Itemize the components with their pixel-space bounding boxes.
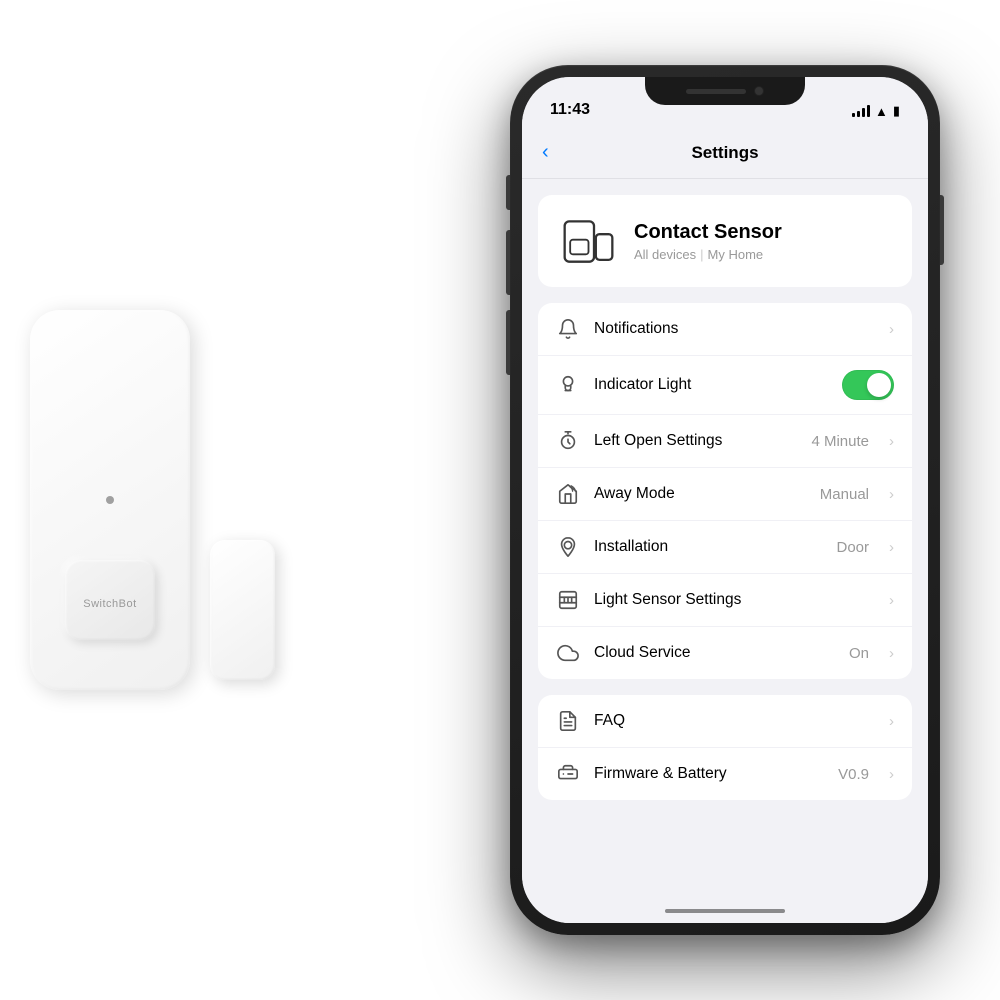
cloud-service-value: On [849, 645, 869, 662]
small-device [210, 540, 275, 680]
firmware-chevron: › [889, 766, 894, 783]
brand-label: SwitchBot [83, 598, 136, 610]
firmware-label: Firmware & Battery [594, 765, 824, 783]
volume-down-button [506, 310, 510, 375]
cloud-service-chevron: › [889, 645, 894, 662]
installation-label: Installation [594, 538, 822, 556]
device-info: Contact Sensor All devices | My Home [634, 221, 782, 262]
device-path-sep: | [700, 247, 703, 262]
status-time: 11:43 [550, 101, 590, 119]
installation-value: Door [836, 539, 869, 556]
home-indicator [665, 909, 785, 913]
phone-screen: 11:43 ▲ ▮ ‹ Settings [522, 77, 928, 923]
away-mode-value: Manual [820, 486, 869, 503]
main-device: SwitchBot [30, 310, 190, 690]
cloud-icon [556, 641, 580, 665]
signal-icon [852, 105, 870, 117]
settings-row-notifications[interactable]: Notifications › [538, 303, 912, 356]
indicator-light-toggle[interactable] [842, 370, 894, 400]
installation-chevron: › [889, 539, 894, 556]
settings-group-1: Notifications › [538, 303, 912, 679]
notifications-label: Notifications [594, 320, 875, 338]
bulb-icon [556, 373, 580, 397]
speaker [686, 89, 746, 94]
navigation-bar: ‹ Settings [522, 127, 928, 179]
volume-up-button [506, 230, 510, 295]
front-camera [754, 86, 764, 96]
device-header-card: Contact Sensor All devices | My Home [538, 195, 912, 287]
phone-outer: 11:43 ▲ ▮ ‹ Settings [510, 65, 940, 935]
power-button [940, 195, 944, 265]
bell-icon [556, 317, 580, 341]
left-open-value: 4 Minute [811, 433, 869, 450]
wifi-icon: ▲ [875, 104, 888, 119]
page-title: Settings [691, 143, 758, 163]
left-open-chevron: › [889, 433, 894, 450]
firmware-value: V0.9 [838, 766, 869, 783]
settings-row-faq[interactable]: FAQ › [538, 695, 912, 748]
firmware-icon [556, 762, 580, 786]
settings-group-2: FAQ › [538, 695, 912, 800]
toggle-knob [867, 373, 891, 397]
away-mode-chevron: › [889, 486, 894, 503]
settings-row-firmware[interactable]: Firmware & Battery V0.9 › [538, 748, 912, 800]
faq-icon [556, 709, 580, 733]
settings-row-away-mode[interactable]: Away Mode Manual › [538, 468, 912, 521]
hardware-container: SwitchBot [30, 310, 275, 690]
scene: SwitchBot 11:43 [0, 0, 1000, 1000]
faq-chevron: › [889, 713, 894, 730]
pin-icon [556, 535, 580, 559]
device-path: All devices | My Home [634, 247, 782, 262]
mute-button [506, 175, 510, 210]
device-path-1: All devices [634, 247, 696, 262]
cloud-service-label: Cloud Service [594, 644, 835, 662]
home-icon [556, 482, 580, 506]
device-dot [106, 496, 114, 504]
settings-row-light-sensor[interactable]: Light Sensor Settings › [538, 574, 912, 627]
notifications-chevron: › [889, 321, 894, 338]
status-icons: ▲ ▮ [852, 103, 900, 119]
phone-wrapper: 11:43 ▲ ▮ ‹ Settings [510, 65, 940, 935]
settings-row-left-open[interactable]: Left Open Settings 4 Minute › [538, 415, 912, 468]
device-button: SwitchBot [65, 560, 155, 640]
battery-icon: ▮ [893, 103, 900, 119]
back-button[interactable]: ‹ [542, 141, 549, 164]
left-open-label: Left Open Settings [594, 432, 797, 450]
chart-icon [556, 588, 580, 612]
notch [645, 77, 805, 105]
device-name: Contact Sensor [634, 221, 782, 244]
away-mode-label: Away Mode [594, 485, 806, 503]
settings-row-indicator-light[interactable]: Indicator Light [538, 356, 912, 415]
settings-row-cloud-service[interactable]: Cloud Service On › [538, 627, 912, 679]
faq-label: FAQ [594, 712, 875, 730]
contact-sensor-icon [561, 214, 616, 269]
light-sensor-label: Light Sensor Settings [594, 591, 875, 609]
indicator-light-label: Indicator Light [594, 376, 828, 394]
device-path-2: My Home [708, 247, 764, 262]
settings-row-installation[interactable]: Installation Door › [538, 521, 912, 574]
light-sensor-chevron: › [889, 592, 894, 609]
timer-icon [556, 429, 580, 453]
device-icon-box [558, 211, 618, 271]
screen-content: Contact Sensor All devices | My Home [522, 179, 928, 923]
